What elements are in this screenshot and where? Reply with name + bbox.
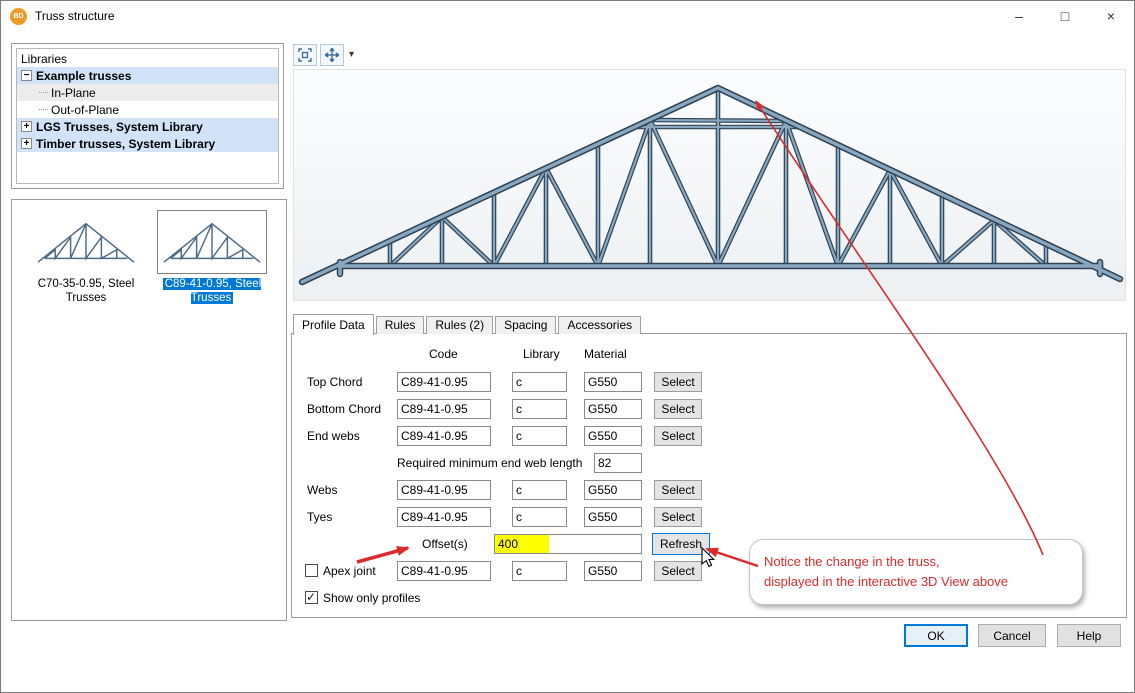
pan-icon xyxy=(325,48,339,62)
end-webs-code-input[interactable] xyxy=(397,426,491,446)
expand-icon[interactable]: + xyxy=(21,138,32,149)
libraries-tree: Libraries − Example trusses In-Plane Out… xyxy=(16,48,279,184)
bottom-chord-select-button[interactable]: Select xyxy=(654,399,702,419)
collapse-icon[interactable]: − xyxy=(21,70,32,81)
ok-button[interactable]: OK xyxy=(904,624,968,647)
minimize-button[interactable]: – xyxy=(996,1,1042,31)
tab-rules-2[interactable]: Rules (2) xyxy=(426,316,493,334)
mini-truss-drawing xyxy=(162,216,262,268)
cancel-button[interactable]: Cancel xyxy=(978,624,1046,647)
row-label-apex-joint: Apex joint xyxy=(323,561,376,581)
bottom-chord-material-input[interactable] xyxy=(584,399,642,419)
callout-line-1: Notice the change in the truss, xyxy=(764,552,1082,572)
offset-input[interactable] xyxy=(494,534,642,554)
tyes-code-input[interactable] xyxy=(397,507,491,527)
end-webs-material-input[interactable] xyxy=(584,426,642,446)
thumbnail-label: C70-35-0.95, Steel Trusses xyxy=(26,277,146,305)
tab-strip: Profile Data Rules Rules (2) Spacing Acc… xyxy=(293,313,643,334)
column-header-material: Material xyxy=(584,347,627,361)
column-header-code: Code xyxy=(429,347,458,361)
annotation-callout: Notice the change in the truss, displaye… xyxy=(749,539,1083,605)
maximize-button[interactable]: □ xyxy=(1042,1,1088,31)
tab-spacing[interactable]: Spacing xyxy=(495,316,556,334)
tree-connector xyxy=(39,109,48,110)
webs-material-input[interactable] xyxy=(584,480,642,500)
bottom-chord-code-input[interactable] xyxy=(397,399,491,419)
top-chord-material-input[interactable] xyxy=(584,372,642,392)
webs-code-input[interactable] xyxy=(397,480,491,500)
zoom-to-fit-button[interactable] xyxy=(293,44,317,66)
end-webs-library-input[interactable] xyxy=(512,426,567,446)
help-button[interactable]: Help xyxy=(1057,624,1121,647)
truss-3d-view[interactable] xyxy=(293,69,1126,301)
thumbnail-label: C89-41-0.95, Steel Trusses xyxy=(152,277,272,305)
mini-truss-drawing xyxy=(36,216,136,268)
tyes-library-input[interactable] xyxy=(512,507,567,527)
tyes-select-button[interactable]: Select xyxy=(654,507,702,527)
truss-3d-model xyxy=(294,70,1127,302)
tyes-material-input[interactable] xyxy=(584,507,642,527)
top-chord-code-input[interactable] xyxy=(397,372,491,392)
row-label-end-webs: End webs xyxy=(307,426,360,446)
tree-item-example-trusses[interactable]: − Example trusses xyxy=(17,67,278,84)
row-label-bottom-chord: Bottom Chord xyxy=(307,399,381,419)
apex-joint-library-input[interactable] xyxy=(512,561,567,581)
webs-library-input[interactable] xyxy=(512,480,567,500)
truss-structure-dialog: BD Truss structure – □ × Libraries − Exa… xyxy=(0,0,1135,693)
column-header-library: Library xyxy=(523,347,560,361)
row-label-tyes: Tyes xyxy=(307,507,332,527)
top-chord-library-input[interactable] xyxy=(512,372,567,392)
min-end-web-label: Required minimum end web length xyxy=(397,453,582,473)
apex-joint-select-button[interactable]: Select xyxy=(654,561,702,581)
offset-label: Offset(s) xyxy=(422,534,468,554)
expand-icon[interactable]: + xyxy=(21,121,32,132)
apex-joint-code-input[interactable] xyxy=(397,561,491,581)
show-only-profiles-checkbox[interactable] xyxy=(305,591,318,604)
viewer-toolbar: ▾ xyxy=(293,43,356,66)
callout-line-2: displayed in the interactive 3D View abo… xyxy=(764,572,1082,592)
truss-thumbnail-image xyxy=(157,210,267,274)
thumbnail-c89-selected[interactable]: C89-41-0.95, Steel Trusses xyxy=(152,210,272,305)
tab-rules[interactable]: Rules xyxy=(376,316,425,334)
row-label-top-chord: Top Chord xyxy=(307,372,362,392)
apex-joint-checkbox[interactable] xyxy=(305,564,318,577)
show-only-profiles-label: Show only profiles xyxy=(323,588,420,608)
apex-joint-material-input[interactable] xyxy=(584,561,642,581)
close-button[interactable]: × xyxy=(1088,1,1134,31)
toolbar-dropdown-icon[interactable]: ▾ xyxy=(347,49,356,60)
refresh-button[interactable]: Refresh xyxy=(652,533,710,555)
titlebar: BD Truss structure – □ × xyxy=(1,1,1134,31)
row-label-webs: Webs xyxy=(307,480,337,500)
webs-select-button[interactable]: Select xyxy=(654,480,702,500)
min-end-web-input[interactable] xyxy=(594,453,642,473)
tree-item-timber-trusses[interactable]: + Timber trusses, System Library xyxy=(17,135,278,152)
libraries-tree-header: Libraries xyxy=(17,50,278,67)
pan-view-button[interactable] xyxy=(320,44,344,66)
end-webs-select-button[interactable]: Select xyxy=(654,426,702,446)
top-chord-select-button[interactable]: Select xyxy=(654,372,702,392)
tab-accessories[interactable]: Accessories xyxy=(558,316,641,334)
tree-item-out-of-plane[interactable]: Out-of-Plane xyxy=(17,101,278,118)
truss-thumbnail-image xyxy=(31,210,141,274)
tree-item-lgs-trusses[interactable]: + LGS Trusses, System Library xyxy=(17,118,278,135)
window-title: Truss structure xyxy=(35,9,115,23)
truss-thumbnails-panel: C70-35-0.95, Steel Trusses C89-41-0.95, … xyxy=(11,199,287,621)
tree-connector xyxy=(39,92,48,93)
bottom-chord-library-input[interactable] xyxy=(512,399,567,419)
app-icon: BD xyxy=(10,8,27,25)
libraries-panel: Libraries − Example trusses In-Plane Out… xyxy=(11,43,284,189)
thumbnail-c70[interactable]: C70-35-0.95, Steel Trusses xyxy=(26,210,146,305)
fit-view-icon xyxy=(298,48,312,62)
tab-profile-data[interactable]: Profile Data xyxy=(293,314,374,335)
tree-item-in-plane[interactable]: In-Plane xyxy=(17,84,278,101)
